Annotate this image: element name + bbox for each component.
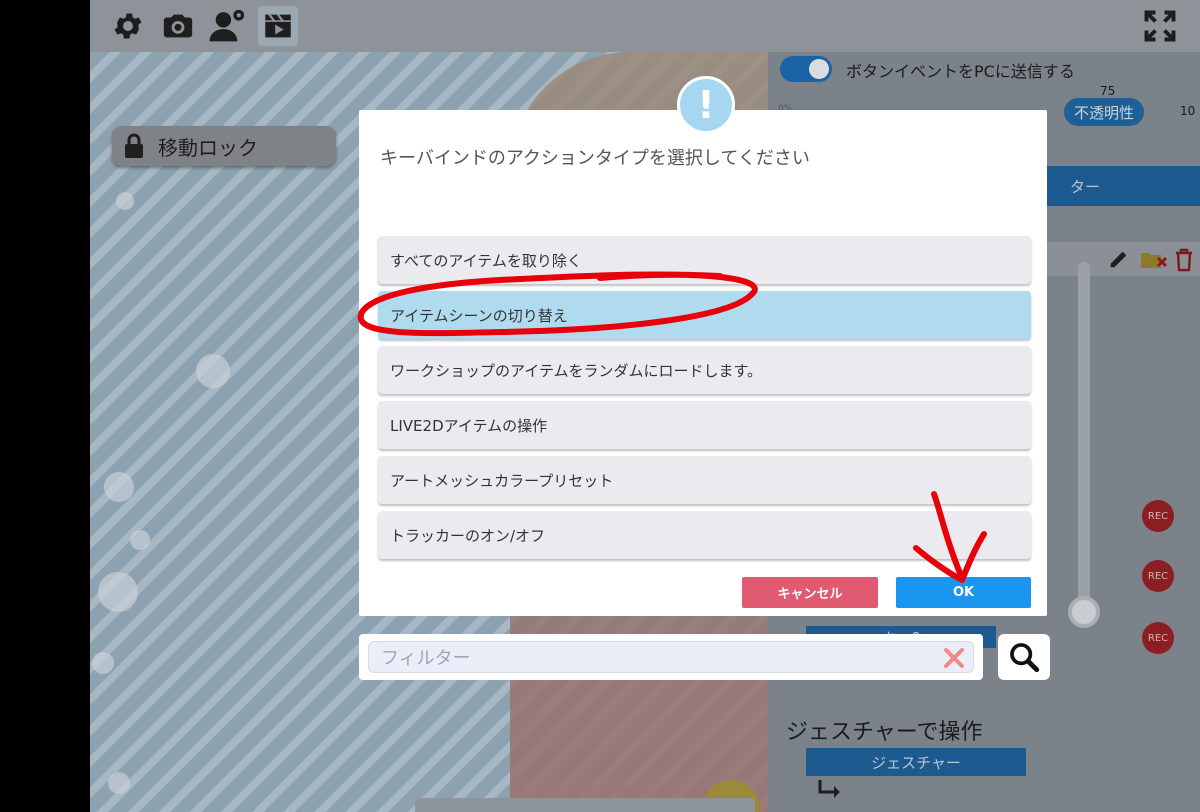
rec-button[interactable]: REC — [1142, 500, 1174, 532]
user-settings-icon[interactable] — [208, 6, 248, 46]
camera-icon[interactable] — [158, 6, 198, 46]
alert-icon: ! — [677, 76, 735, 134]
top-toolbar — [90, 0, 1200, 52]
gesture-heading: ジェスチャーで操作 — [786, 720, 983, 745]
filter-input[interactable]: フィルター — [368, 641, 974, 673]
filter-button-partial-label: ター — [1070, 177, 1101, 196]
option-label: LIVE2Dアイテムの操作 — [390, 416, 548, 435]
option-artmesh-color-preset[interactable]: アートメッシュカラープリセット — [378, 456, 1031, 504]
clapperboard-icon[interactable] — [258, 6, 298, 46]
option-label: トラッカーのオン/オフ — [390, 526, 546, 545]
decor-bubble — [108, 772, 130, 794]
move-lock-button[interactable]: 移動ロック — [112, 126, 336, 166]
option-remove-all-items[interactable]: すべてのアイテムを取り除く — [378, 236, 1031, 284]
decor-bubble — [196, 354, 230, 388]
rec-button[interactable]: REC — [1142, 560, 1174, 592]
range-max-label: 10 — [1180, 104, 1196, 118]
decor-bubble — [98, 572, 138, 612]
cancel-button[interactable]: キャンセル — [742, 577, 878, 608]
opacity-value: 75 — [1100, 84, 1116, 98]
decor-bubble — [130, 530, 150, 550]
option-label: アイテムシーンの切り替え — [390, 306, 568, 325]
vertical-slider-track[interactable] — [1078, 262, 1090, 622]
gear-icon[interactable] — [108, 6, 148, 46]
search-button[interactable] — [998, 634, 1050, 680]
option-random-workshop-item[interactable]: ワークショップのアイテムをランダムにロードします。 — [378, 346, 1031, 394]
gesture-button[interactable]: ジェスチャー — [806, 748, 1026, 776]
option-label: すべてのアイテムを取り除く — [390, 251, 582, 270]
clear-icon[interactable] — [943, 647, 965, 669]
alert-symbol: ! — [697, 83, 715, 127]
search-icon — [1010, 643, 1040, 673]
decor-bubble — [116, 192, 134, 210]
decor-bubble — [104, 472, 134, 502]
option-tracker-on-off[interactable]: トラッカーのオン/オフ — [378, 511, 1031, 559]
action-type-dialog: ! キーバインドのアクションタイプを選択してください すべてのアイテムを取り除く… — [359, 76, 1047, 616]
filter-placeholder: フィルター — [381, 648, 471, 669]
vertical-slider-knob[interactable] — [1068, 596, 1100, 628]
dialog-title: キーバインドのアクションタイプを選択してください — [380, 148, 810, 169]
fullscreen-icon[interactable] — [1140, 6, 1180, 46]
folder-remove-icon[interactable] — [1140, 250, 1168, 274]
opacity-pill[interactable]: 不透明性 — [1064, 98, 1144, 126]
filter-bar: フィルター — [359, 634, 983, 680]
arrow-return-icon — [818, 780, 842, 804]
filter-button-partial[interactable]: ター — [1040, 166, 1200, 206]
rec-button[interactable]: REC — [1142, 622, 1174, 654]
lock-icon — [125, 133, 143, 158]
option-item-scene-toggle[interactable]: アイテムシーンの切り替え — [378, 291, 1031, 339]
option-label: ワークショップのアイテムをランダムにロードします。 — [390, 361, 763, 380]
option-live2d-item-control[interactable]: LIVE2Dアイテムの操作 — [378, 401, 1031, 449]
ok-button[interactable]: OK — [896, 577, 1031, 608]
move-lock-label: 移動ロック — [158, 135, 258, 160]
background-filter-bar — [415, 798, 755, 812]
send-button-event-label: ボタンイベントをPCに送信する — [846, 62, 1075, 81]
option-label: アートメッシュカラープリセット — [390, 471, 614, 490]
send-button-event-toggle[interactable] — [780, 56, 832, 82]
trash-icon[interactable] — [1174, 248, 1194, 276]
pencil-icon[interactable] — [1108, 248, 1130, 274]
decor-bubble — [92, 652, 114, 674]
